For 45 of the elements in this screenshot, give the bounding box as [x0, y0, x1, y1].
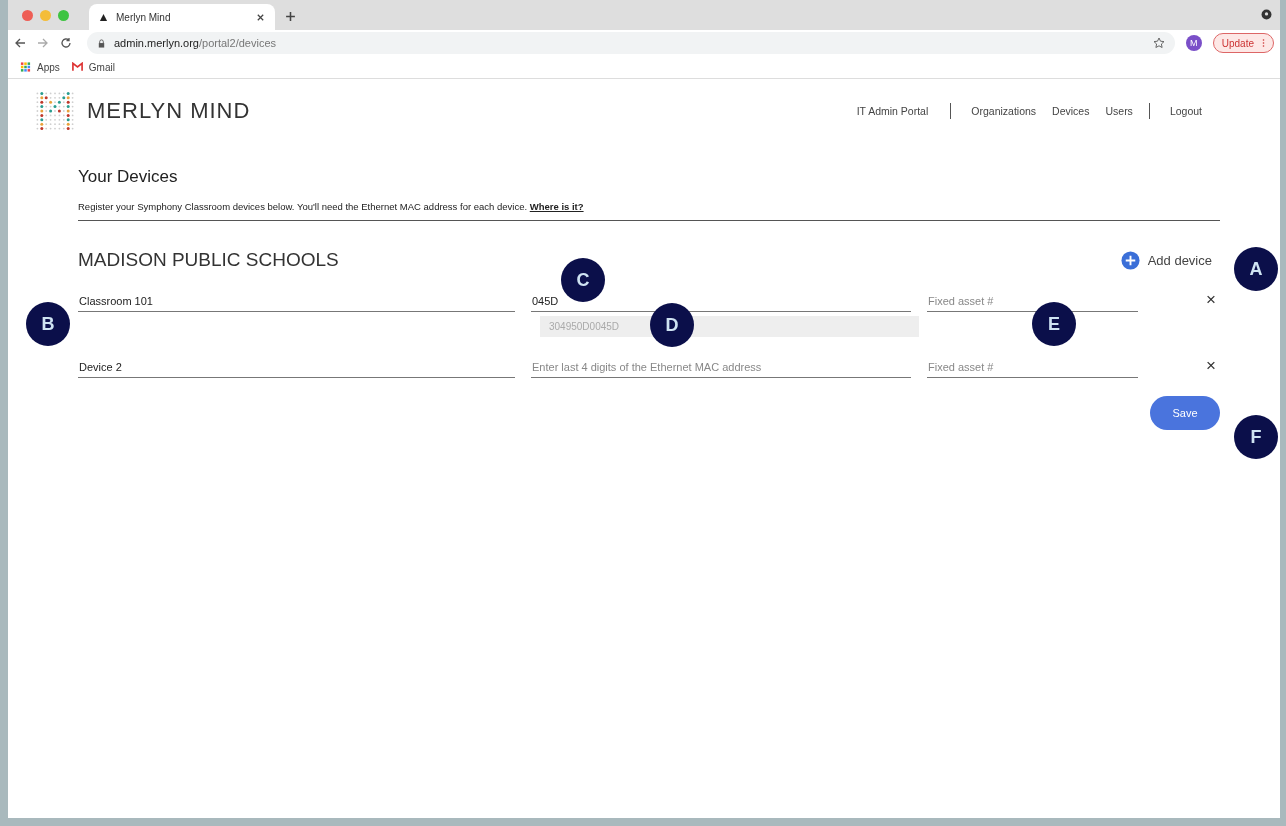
brand-name: MERLYN MIND — [87, 98, 251, 124]
browser-tab[interactable]: Merlyn Mind — [89, 4, 275, 30]
tab-title: Merlyn Mind — [116, 11, 172, 23]
shield-icon[interactable] — [1261, 9, 1272, 20]
profile-avatar[interactable]: M — [1185, 35, 1202, 51]
nav-link[interactable]: Users — [1105, 105, 1133, 117]
triangle-icon — [99, 12, 108, 22]
remove-device-button[interactable]: × — [1202, 291, 1220, 309]
reload-icon[interactable] — [60, 37, 72, 49]
mac-address-field[interactable]: Enter last 4 digits of the Ethernet MAC address — [531, 359, 911, 378]
apps-grid-icon — [20, 62, 31, 72]
update-button[interactable]: Update — [1212, 33, 1274, 53]
portal-label: IT Admin Portal — [856, 105, 929, 117]
add-device-button[interactable]: Add device — [1120, 250, 1220, 270]
asset-number-field[interactable]: Fixed asset # — [927, 359, 1138, 378]
callout-badge: A — [1234, 247, 1278, 291]
address-field[interactable]: admin.merlyn.org/portal2/devices — [87, 32, 1175, 54]
mail-icon — [71, 62, 83, 72]
plus-icon — [1120, 250, 1140, 270]
close-icon[interactable] — [256, 12, 265, 22]
bookmark[interactable]: Gmail — [71, 61, 115, 73]
description-text: Register your Symphony Classroom devices below. You'll need the Ethernet MAC address for each device. Where is it? — [78, 201, 585, 212]
page-title: Your Devices — [78, 167, 179, 187]
device-name-field[interactable]: Classroom 101 — [78, 293, 515, 312]
plus-icon[interactable] — [285, 11, 296, 22]
callout-badge: F — [1234, 415, 1278, 459]
help-link[interactable]: Where is it? — [529, 201, 584, 212]
nav-link[interactable]: Organizations — [971, 105, 1037, 117]
callout-badge: D — [650, 303, 694, 347]
callout-badge: E — [1032, 302, 1076, 346]
callout-badge: B — [26, 302, 70, 346]
callout-badge: C — [561, 258, 605, 302]
url-text: admin.merlyn.org/portal2/devices — [114, 37, 278, 49]
organization-name: MADISON PUBLIC SCHOOLS — [78, 249, 339, 271]
more-icon — [1262, 38, 1265, 48]
nav-link[interactable]: Devices — [1052, 105, 1090, 117]
lock-icon — [97, 38, 106, 48]
bookmark[interactable]: Apps — [20, 61, 60, 73]
dotted-logo-icon — [35, 91, 75, 131]
back-icon[interactable] — [14, 37, 26, 49]
save-button[interactable]: Save — [1150, 396, 1220, 430]
star-icon[interactable] — [1152, 37, 1165, 49]
remove-device-button[interactable]: × — [1202, 357, 1220, 375]
device-name-field[interactable]: Device 2 — [78, 359, 515, 378]
nav-link[interactable]: Logout — [1169, 105, 1202, 117]
